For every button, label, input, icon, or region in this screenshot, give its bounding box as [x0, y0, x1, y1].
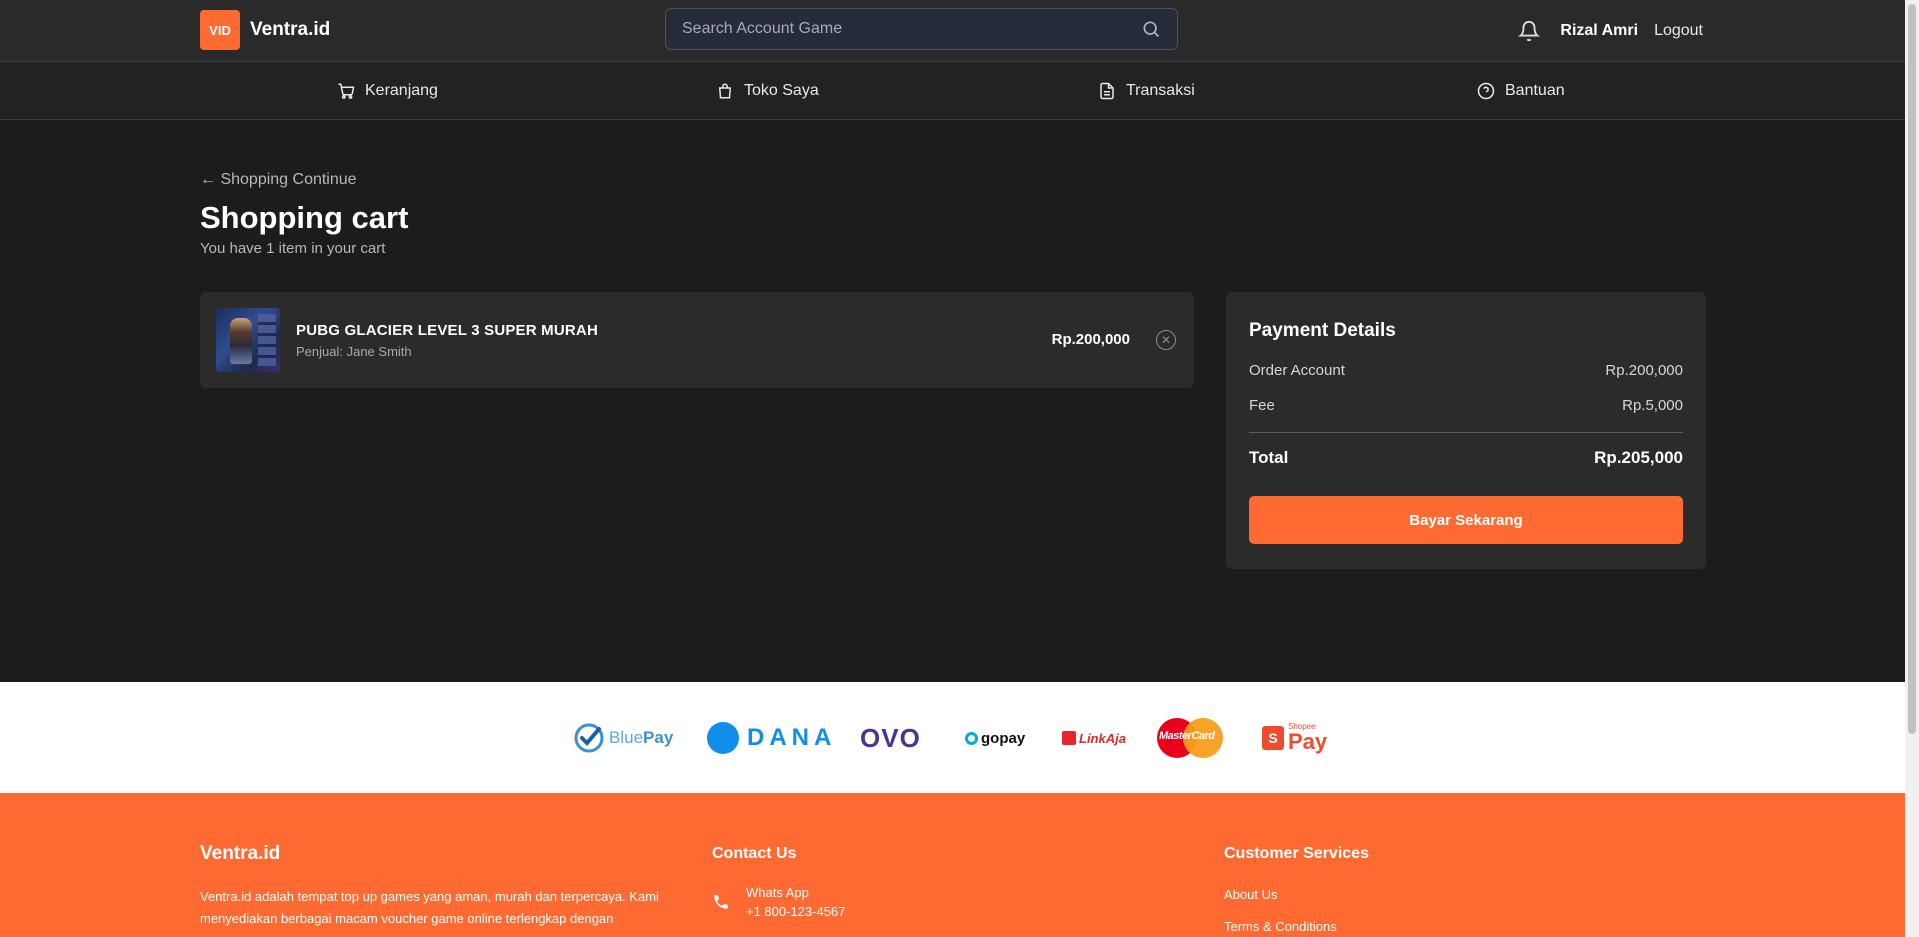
top-header: VID Ventra.id Rizal Amri Logout [0, 0, 1905, 62]
shopping-bag-icon [718, 83, 732, 99]
cart-item: PUBG GLACIER LEVEL 3 SUPER MURAH Penjual… [200, 292, 1194, 388]
nav-item-keranjang[interactable]: Keranjang [337, 62, 438, 120]
linkaja-text: LinkAja [1079, 730, 1126, 746]
shopping-continue-link[interactable]: ← Shopping Continue [200, 171, 357, 189]
thumbnail-panel [258, 314, 276, 366]
bell-icon[interactable] [1518, 20, 1541, 42]
brand-name: Ventra.id [250, 19, 331, 40]
page-scrollbar[interactable] [1905, 0, 1919, 937]
remove-item-icon[interactable]: ✕ [1156, 330, 1176, 350]
nav-label: Keranjang [365, 82, 438, 99]
total-label: Total [1249, 448, 1289, 467]
about-us-link[interactable]: About Us [1224, 887, 1277, 902]
page: VID Ventra.id Rizal Amri Logout Keranjan… [0, 0, 1905, 937]
ovo-logo: OVO [860, 722, 921, 753]
shopee-pay-text: Pay [1288, 729, 1328, 754]
bluepay-text-a: Blue [609, 728, 644, 747]
product-thumbnail[interactable] [216, 308, 280, 372]
thumbnail-character [230, 318, 252, 364]
shopee-bag-icon: S [1262, 726, 1284, 750]
contact-phone[interactable]: +1 800-123-4567 [746, 902, 845, 921]
dana-circle-icon [707, 722, 739, 754]
linkaja-box-icon [1062, 731, 1076, 745]
cart-icon [338, 83, 355, 99]
document-icon [1100, 82, 1114, 100]
order-row: Order Account Rp.200,000 [1249, 362, 1683, 379]
linkaja-logo: LinkAja [1062, 718, 1126, 758]
shopeepay-logo: S Shopee Pay [1262, 718, 1327, 758]
nav-item-transaksi[interactable]: Transaksi [1098, 62, 1195, 120]
total-row: Total Rp.205,000 [1249, 448, 1683, 468]
product-name[interactable]: PUBG GLACIER LEVEL 3 SUPER MURAH [296, 322, 598, 339]
total-value: Rp.205,000 [1594, 448, 1683, 467]
footer-description: Ventra.id adalah tempat top up games yan… [200, 889, 659, 926]
main-nav: Keranjang Toko Saya Transaksi Bantuan [0, 62, 1905, 120]
order-label: Order Account [1249, 362, 1345, 379]
contact-heading: Contact Us [712, 845, 797, 862]
user-name[interactable]: Rizal Amri [1560, 22, 1638, 40]
footer: Ventra.id Ventra.id adalah tempat top up… [0, 793, 1905, 937]
gopay-logo: gopay [965, 718, 1025, 758]
nav-label: Bantuan [1505, 82, 1565, 99]
fee-label: Fee [1249, 397, 1275, 414]
main-content: ← Shopping Continue Shopping cart You ha… [0, 120, 1905, 682]
brand-logo[interactable]: VID Ventra.id [200, 10, 330, 50]
scrollbar-thumb[interactable] [1908, 4, 1916, 734]
page-title: Shopping cart [200, 200, 409, 235]
payment-title: Payment Details [1249, 320, 1396, 341]
product-price: Rp.200,000 [1051, 331, 1130, 348]
pay-now-button[interactable]: Bayar Sekarang [1249, 496, 1683, 544]
bluepay-check-icon [574, 723, 604, 753]
logout-link[interactable]: Logout [1654, 22, 1703, 40]
dana-logo: DANA [707, 718, 836, 758]
nav-label: Transaksi [1126, 82, 1195, 99]
gopay-text: gopay [981, 729, 1026, 747]
phone-icon [714, 895, 728, 909]
dana-text: DANA [747, 724, 837, 751]
payment-details-card: Payment Details Order Account Rp.200,000… [1226, 292, 1706, 569]
search-input[interactable] [682, 20, 1141, 38]
whatsapp-contact[interactable]: Whats App +1 800-123-4567 [712, 883, 845, 921]
nav-item-bantuan[interactable]: Bantuan [1477, 62, 1565, 120]
fee-row: Fee Rp.5,000 [1249, 397, 1683, 414]
nav-item-toko-saya[interactable]: Toko Saya [716, 62, 819, 120]
user-area: Rizal Amri Logout [1518, 0, 1703, 62]
bluepay-text-b: Pay [643, 728, 674, 747]
payment-logos-strip: BluePay DANA OVO gopay LinkAja MasterCar… [0, 682, 1905, 793]
divider [1249, 432, 1683, 433]
nav-label: Toko Saya [744, 82, 819, 99]
footer-brand: Ventra.id [200, 843, 281, 864]
cart-count-text: You have 1 item in your cart [200, 240, 386, 257]
bluepay-logo: BluePay [573, 718, 673, 758]
search-bar[interactable] [665, 8, 1178, 50]
terms-link[interactable]: Terms & Conditions [1224, 919, 1337, 934]
order-value: Rp.200,000 [1605, 362, 1683, 379]
logo-badge: VID [200, 10, 240, 50]
services-heading: Customer Services [1224, 845, 1369, 862]
contact-label: Whats App [746, 885, 809, 900]
seller-name: Penjual: Jane Smith [296, 344, 412, 359]
mastercard-text: MasterCard [1159, 730, 1215, 742]
help-circle-icon [1477, 82, 1495, 100]
fee-value: Rp.5,000 [1622, 397, 1683, 414]
mastercard-logo: MasterCard [1157, 718, 1223, 758]
search-icon[interactable] [1141, 19, 1161, 39]
gopay-dot-icon [965, 731, 978, 745]
